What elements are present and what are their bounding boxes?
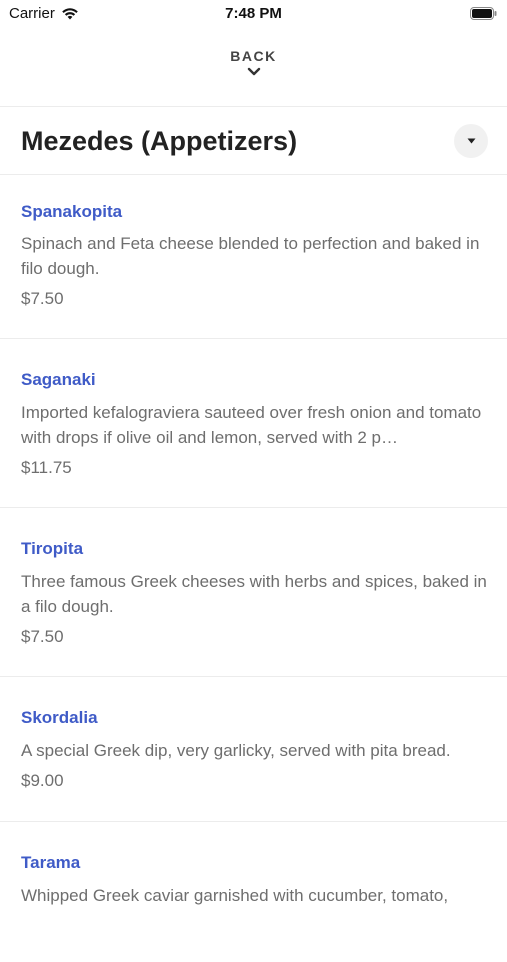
page-title: Mezedes (Appetizers) [21,126,298,156]
category-header: Mezedes (Appetizers) [0,108,507,174]
menu-item[interactable]: Skordalia A special Greek dip, very garl… [0,677,507,822]
menu-item[interactable]: Tarama Whipped Greek caviar garnished wi… [0,822,507,962]
item-price: $7.50 [21,289,64,308]
item-description: Spinach and Feta cheese blended to perfe… [21,234,480,278]
item-name: Spanakopita [21,202,123,221]
chevron-down-icon [247,67,260,76]
back-button[interactable]: BACK [0,48,507,77]
menu-item[interactable]: Spanakopita Spinach and Feta cheese blen… [0,175,507,339]
item-name: Tiropita [21,539,84,558]
item-description: Imported kefalograviera sauteed over fre… [21,403,482,447]
item-price: $11.75 [21,458,72,477]
back-label: BACK [230,48,277,64]
item-price: $9.00 [21,771,64,790]
divider [0,106,507,107]
menu-list: Spanakopita Spinach and Feta cheese blen… [0,175,507,962]
item-name: Skordalia [21,708,98,727]
battery-icon [470,7,497,20]
item-description: A special Greek dip, very garlicky, serv… [21,741,451,760]
menu-item[interactable]: Tiropita Three famous Greek cheeses with… [0,508,507,677]
item-name: Saganaki [21,370,96,389]
item-description: Whipped Greek caviar garnished with cucu… [21,886,449,905]
item-name: Tarama [21,853,81,872]
item-description: Three famous Greek cheeses with herbs an… [21,572,487,616]
status-bar: Carrier 7:48 PM [0,0,507,28]
status-time: 7:48 PM [225,5,282,22]
caret-down-icon [467,138,475,144]
item-price: $7.50 [21,627,64,646]
menu-item[interactable]: Saganaki Imported kefalograviera sauteed… [0,339,507,508]
category-dropdown-button[interactable] [454,124,488,158]
